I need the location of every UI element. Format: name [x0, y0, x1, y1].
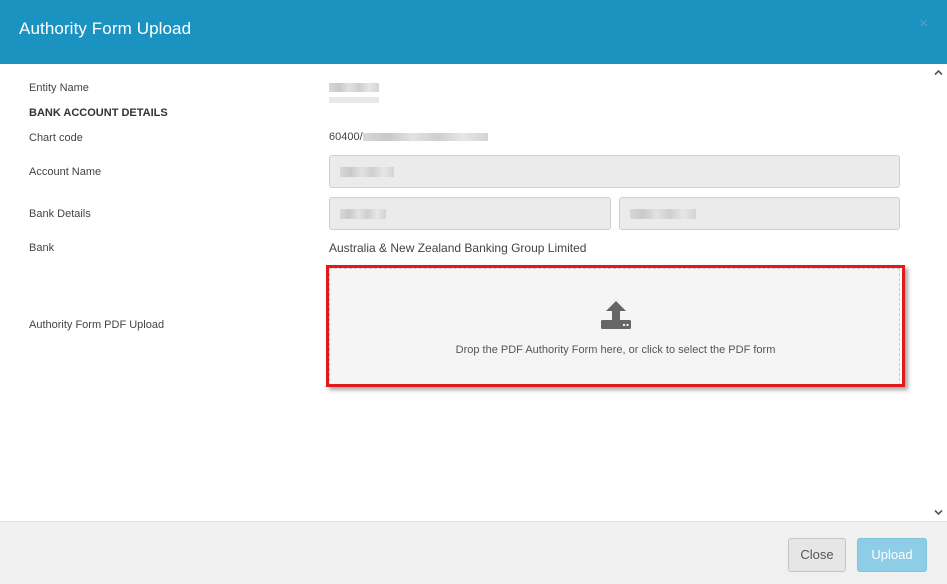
bank-label: Bank: [29, 242, 55, 254]
chart-code-text: 60400/: [329, 131, 363, 143]
entity-name-label: Entity Name: [29, 82, 89, 94]
scrollbar[interactable]: [930, 64, 947, 521]
chart-code-label: Chart code: [29, 132, 83, 144]
modal-footer: Close Upload: [0, 521, 947, 584]
redacted-text: [362, 133, 488, 142]
authority-upload-label: Authority Form PDF Upload: [29, 319, 165, 331]
redacted-text: [340, 209, 386, 219]
account-name-field[interactable]: [329, 155, 900, 188]
modal-title: Authority Form Upload: [19, 19, 192, 38]
bank-value: Australia & New Zealand Banking Group Li…: [329, 241, 587, 255]
redacted-text: [329, 83, 379, 93]
section-heading: BANK ACCOUNT DETAILS: [29, 107, 168, 119]
dropzone-text: Drop the PDF Authority Form here, or cli…: [455, 344, 776, 356]
modal-header: Authority Form Upload ×: [0, 0, 947, 64]
redacted-text: [329, 97, 379, 103]
upload-icon: [601, 301, 631, 329]
chevron-down-icon[interactable]: [933, 507, 944, 518]
close-button[interactable]: Close: [788, 538, 846, 572]
bsb-field[interactable]: [329, 197, 611, 230]
upload-button[interactable]: Upload: [857, 538, 927, 572]
chevron-up-icon[interactable]: [933, 67, 944, 78]
account-name-label: Account Name: [29, 166, 102, 178]
entity-name-value: [329, 80, 379, 103]
account-number-field[interactable]: [619, 197, 900, 230]
pdf-dropzone[interactable]: Drop the PDF Authority Form here, or cli…: [329, 268, 900, 386]
chart-code-value: 60400/: [329, 131, 488, 143]
redacted-text: [630, 209, 696, 219]
close-icon[interactable]: ×: [919, 16, 928, 32]
redacted-text: [340, 167, 394, 177]
bank-details-label: Bank Details: [29, 208, 91, 220]
